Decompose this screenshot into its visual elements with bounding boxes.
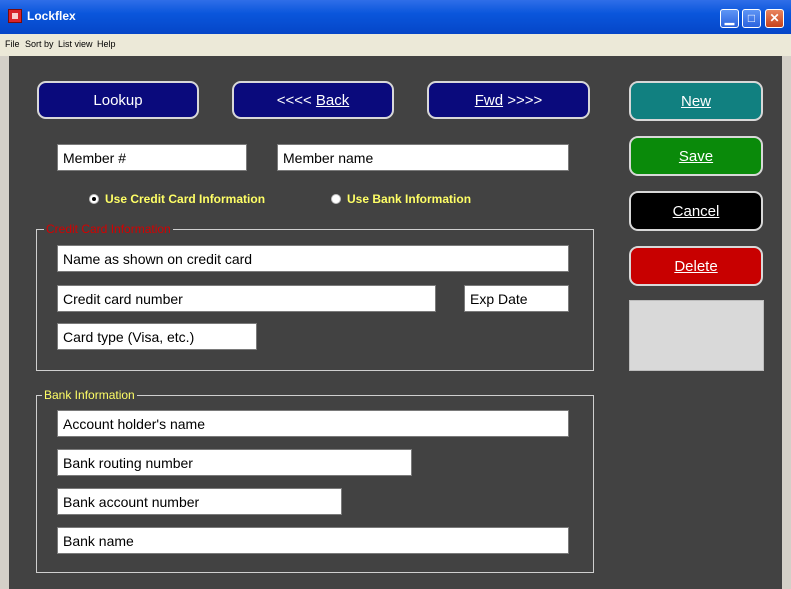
app-icon — [8, 9, 22, 23]
bank-legend: Bank Information — [42, 388, 137, 402]
window-title: Lockflex — [27, 9, 76, 23]
new-label: New — [680, 92, 711, 110]
account-number-input[interactable]: Bank account number — [57, 488, 342, 515]
lookup-label: Lookup — [93, 91, 143, 109]
radio-bank-label: Use Bank Information — [347, 192, 472, 206]
maximize-button[interactable]: □ — [742, 9, 761, 28]
radio-bank[interactable]: Use Bank Information — [331, 192, 471, 206]
back-button[interactable]: <<<< Back — [232, 81, 394, 119]
forward-button[interactable]: Fwd >>>> — [427, 81, 590, 119]
menu-bar: File Sort by List view Help — [0, 34, 791, 56]
menu-file[interactable]: File — [5, 39, 20, 49]
new-button[interactable]: New — [629, 81, 763, 121]
exp-date-input[interactable]: Exp Date — [464, 285, 569, 312]
title-bar[interactable]: Lockflex ▁ □ ✕ — [0, 0, 791, 34]
delete-label: Delete — [674, 257, 718, 275]
radio-unchecked-icon — [331, 194, 341, 204]
cancel-label: Cancel — [672, 202, 720, 220]
form-area: Lookup <<<< Back Fwd >>>> New Save Cance… — [9, 56, 782, 589]
card-type-input[interactable]: Card type (Visa, etc.) — [57, 323, 257, 350]
card-name-input[interactable]: Name as shown on credit card — [57, 245, 569, 272]
back-label: Back — [315, 91, 350, 109]
member-name-input[interactable]: Member name — [277, 144, 569, 171]
radio-credit-card[interactable]: Use Credit Card Information — [89, 192, 265, 206]
close-button[interactable]: ✕ — [765, 9, 784, 28]
bank-name-input[interactable]: Bank name — [57, 527, 569, 554]
lookup-button[interactable]: Lookup — [37, 81, 199, 119]
menu-help[interactable]: Help — [97, 39, 116, 49]
delete-button[interactable]: Delete — [629, 246, 763, 286]
photo-panel — [629, 300, 764, 371]
app-window: Lockflex ▁ □ ✕ File Sort by List view He… — [0, 0, 791, 589]
routing-number-input[interactable]: Bank routing number — [57, 449, 412, 476]
minimize-button[interactable]: ▁ — [720, 9, 739, 28]
member-number-input[interactable]: Member # — [57, 144, 247, 171]
fwd-suffix: >>>> — [503, 91, 543, 109]
card-number-input[interactable]: Credit card number — [57, 285, 436, 312]
menu-list-view[interactable]: List view — [58, 39, 93, 49]
menu-sort-by[interactable]: Sort by — [25, 39, 54, 49]
account-holder-input[interactable]: Account holder's name — [57, 410, 569, 437]
credit-card-legend: Credit Card Information — [44, 222, 173, 236]
radio-credit-card-label: Use Credit Card Information — [105, 192, 266, 206]
fwd-label: Fwd — [474, 91, 504, 109]
radio-checked-icon — [89, 194, 99, 204]
back-prefix: <<<< — [276, 91, 316, 109]
save-label: Save — [678, 147, 714, 165]
save-button[interactable]: Save — [629, 136, 763, 176]
cancel-button[interactable]: Cancel — [629, 191, 763, 231]
